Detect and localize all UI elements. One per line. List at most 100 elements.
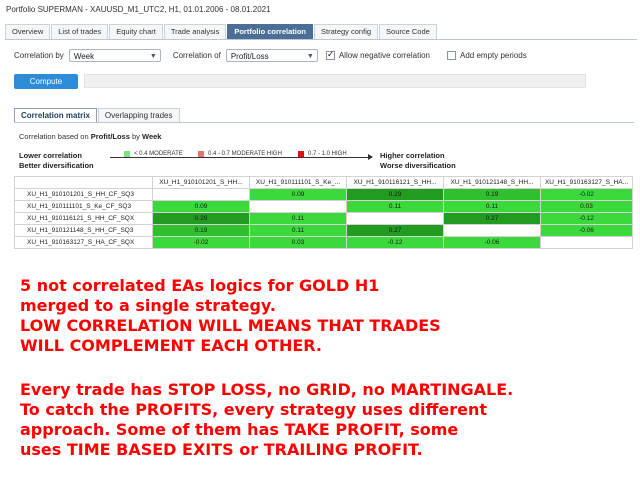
compute-progress-bar: [84, 74, 586, 88]
promo-line-3: LOW CORRELATION WILL MEANS THAT TRADES: [20, 316, 441, 335]
tab-overview[interactable]: Overview: [5, 24, 51, 39]
correlation-of-select[interactable]: Profit/Loss ▼: [225, 48, 318, 62]
legend-swatch-moderate: [124, 151, 130, 157]
matrix-cell[interactable]: 0.27: [443, 212, 541, 225]
matrix-row-header[interactable]: XU_H1_910111101_S_Ke_CF_SQ3: [14, 200, 153, 213]
matrix-cell[interactable]: 0.29: [346, 188, 444, 201]
matrix-cell[interactable]: 0.19: [443, 188, 541, 201]
legend-low-line1: Lower correlation: [19, 151, 82, 160]
matrix-column-header[interactable]: XU_H1_910101201_S_HH...: [152, 176, 250, 189]
compute-button[interactable]: Compute: [14, 74, 78, 89]
allow-negative-label: Allow negative correlation: [338, 50, 431, 60]
matrix-cell[interactable]: 0.11: [346, 200, 444, 213]
legend-high-line1: Higher correlation: [380, 151, 445, 160]
matrix-row-header[interactable]: XU_H1_910101201_S_HH_CF_SQ3: [14, 188, 153, 201]
matrix-cell[interactable]: [540, 236, 633, 249]
legend-low-label: Lower correlation Better diversification: [19, 151, 94, 171]
matrix-cell[interactable]: [346, 212, 444, 225]
chevron-down-icon: ▼: [306, 52, 314, 60]
correlation-by-select[interactable]: Week ▼: [68, 48, 161, 62]
legend-high-label: Higher correlation Worse diversification: [380, 151, 456, 171]
tab-list-of-trades[interactable]: List of trades: [51, 24, 109, 39]
add-empty-label: Add empty periods: [460, 50, 527, 60]
correlation-basis-text: Correlation based on Profit/Loss by Week: [19, 132, 161, 141]
legend-low-line2: Better diversification: [19, 161, 94, 170]
promo-line-4: WILL COMPLEMENT EACH OTHER.: [20, 336, 322, 355]
chevron-down-icon: ▼: [149, 52, 157, 60]
matrix-header-row: XU_H1_910101201_S_HH... XU_H1_910111101_…: [14, 176, 633, 189]
matrix-cell[interactable]: 0.09: [249, 188, 347, 201]
matrix-column-header[interactable]: XU_H1_910121148_S_HH...: [443, 176, 541, 189]
matrix-cell[interactable]: -0.02: [152, 236, 250, 249]
basis-measure: Profit/Loss: [90, 132, 130, 141]
matrix-cell[interactable]: 0.03: [249, 236, 347, 249]
legend-arrow: [110, 154, 373, 160]
legend-item-moderate-high: 0.4 - 0.7 MODERATE HIGH: [198, 151, 282, 157]
matrix-cell[interactable]: 0.11: [249, 224, 347, 237]
matrix-cell[interactable]: 0.29: [152, 212, 250, 225]
promo-line-1: 5 not correlated EAs logics for GOLD H1: [20, 276, 380, 295]
matrix-cell[interactable]: 0.11: [443, 200, 541, 213]
add-empty-checkbox[interactable]: [447, 50, 457, 60]
correlation-matrix-table: XU_H1_910101201_S_HH... XU_H1_910111101_…: [14, 176, 633, 249]
legend-swatch-high: [298, 151, 304, 157]
matrix-corner: [14, 176, 153, 189]
matrix-cell[interactable]: -0.02: [540, 188, 633, 201]
legend-swatch-moderate-high: [198, 151, 204, 157]
matrix-cell[interactable]: 0.11: [249, 212, 347, 225]
matrix-cell[interactable]: -0.12: [346, 236, 444, 249]
result-tabs: Correlation matrix Overlapping trades: [14, 108, 634, 123]
promo-line-7: approach. Some of them has TAKE PROFIT, …: [20, 420, 459, 439]
tab-trade-analysis[interactable]: Trade analysis: [163, 24, 227, 39]
matrix-column-header[interactable]: XU_H1_910111101_S_Ke_...: [249, 176, 347, 189]
table-row: XU_H1_910111101_S_Ke_CF_SQ3 0.09 0.11 0.11 0…: [14, 200, 633, 213]
correlation-by-value: Week: [73, 51, 95, 61]
correlation-panel: Correlation matrix Overlapping trades Co…: [14, 108, 634, 264]
correlation-controls: Correlation by Week ▼ Correlation of Pro…: [14, 47, 634, 63]
matrix-cell[interactable]: 0.03: [540, 200, 633, 213]
legend-item-moderate-label: < 0.4 MODERATE: [134, 151, 183, 157]
matrix-cell[interactable]: [443, 224, 541, 237]
matrix-column-header[interactable]: XU_H1_910116121_S_HH...: [346, 176, 444, 189]
matrix-row-header[interactable]: XU_H1_910121148_S_HH_CF_SQ3: [14, 224, 153, 237]
matrix-cell[interactable]: -0.12: [540, 212, 633, 225]
matrix-cell[interactable]: 0.19: [152, 224, 250, 237]
table-row: XU_H1_910101201_S_HH_CF_SQ3 0.09 0.29 0.19-…: [14, 188, 633, 201]
matrix-cell[interactable]: -0.06: [443, 236, 541, 249]
allow-negative-option: Allow negative correlation: [325, 49, 435, 60]
tab-overlapping-trades[interactable]: Overlapping trades: [97, 108, 180, 122]
matrix-cell[interactable]: -0.06: [540, 224, 633, 237]
window-title: Portfolio SUPERMAN - XAUUSD_M1_UTC2, H1,…: [6, 5, 271, 14]
legend-item-moderate-high-label: 0.4 - 0.7 MODERATE HIGH: [208, 151, 282, 157]
basis-by: by: [132, 132, 140, 141]
basis-prefix: Correlation based on: [19, 132, 89, 141]
correlation-of-label: Correlation of: [172, 50, 221, 60]
tab-strategy-config[interactable]: Strategy config: [314, 24, 379, 39]
matrix-cell[interactable]: [152, 188, 250, 201]
legend-item-high-label: 0.7 - 1.0 HIGH: [308, 151, 347, 157]
add-empty-option: Add empty periods: [447, 50, 532, 60]
main-tabs: Overview List of trades Equity chart Tra…: [5, 24, 637, 40]
matrix-column-header[interactable]: XU_H1_910163127_S_HA...: [540, 176, 633, 189]
tab-correlation-matrix[interactable]: Correlation matrix: [14, 108, 97, 122]
promo-line-5: Every trade has STOP LOSS, no GRID, no M…: [20, 380, 514, 399]
matrix-cell[interactable]: [249, 200, 347, 213]
matrix-cell[interactable]: 0.27: [346, 224, 444, 237]
tab-equity-chart[interactable]: Equity chart: [109, 24, 163, 39]
matrix-row-header[interactable]: XU_H1_910163127_S_HA_CF_SQX: [14, 236, 153, 249]
promo-line-6: To catch the PROFITS, every strategy use…: [20, 400, 488, 419]
correlation-of-value: Profit/Loss: [230, 51, 269, 61]
allow-negative-checkbox[interactable]: [325, 49, 335, 60]
table-row: XU_H1_910116121_S_HH_CF_SQX 0.29 0.11 0.27-…: [14, 212, 633, 225]
table-row: XU_H1_910163127_S_HA_CF_SQX -0.02 0.03 -0.1…: [14, 236, 633, 249]
matrix-cell[interactable]: 0.09: [152, 200, 250, 213]
table-row: XU_H1_910121148_S_HH_CF_SQ3 0.19 0.11 0.27 -…: [14, 224, 633, 237]
tab-portfolio-correlation[interactable]: Portfolio correlation: [227, 24, 313, 39]
matrix-row-header[interactable]: XU_H1_910116121_S_HH_CF_SQX: [14, 212, 153, 225]
tab-source-code[interactable]: Source Code: [379, 24, 437, 39]
legend-item-moderate: < 0.4 MODERATE: [124, 151, 183, 157]
basis-period: Week: [142, 132, 162, 141]
promo-line-8: uses TIME BASED EXITS or TRAILING PROFIT…: [20, 440, 423, 459]
legend-high-line2: Worse diversification: [380, 161, 456, 170]
promo-line-2: merged to a single strategy.: [20, 296, 276, 315]
